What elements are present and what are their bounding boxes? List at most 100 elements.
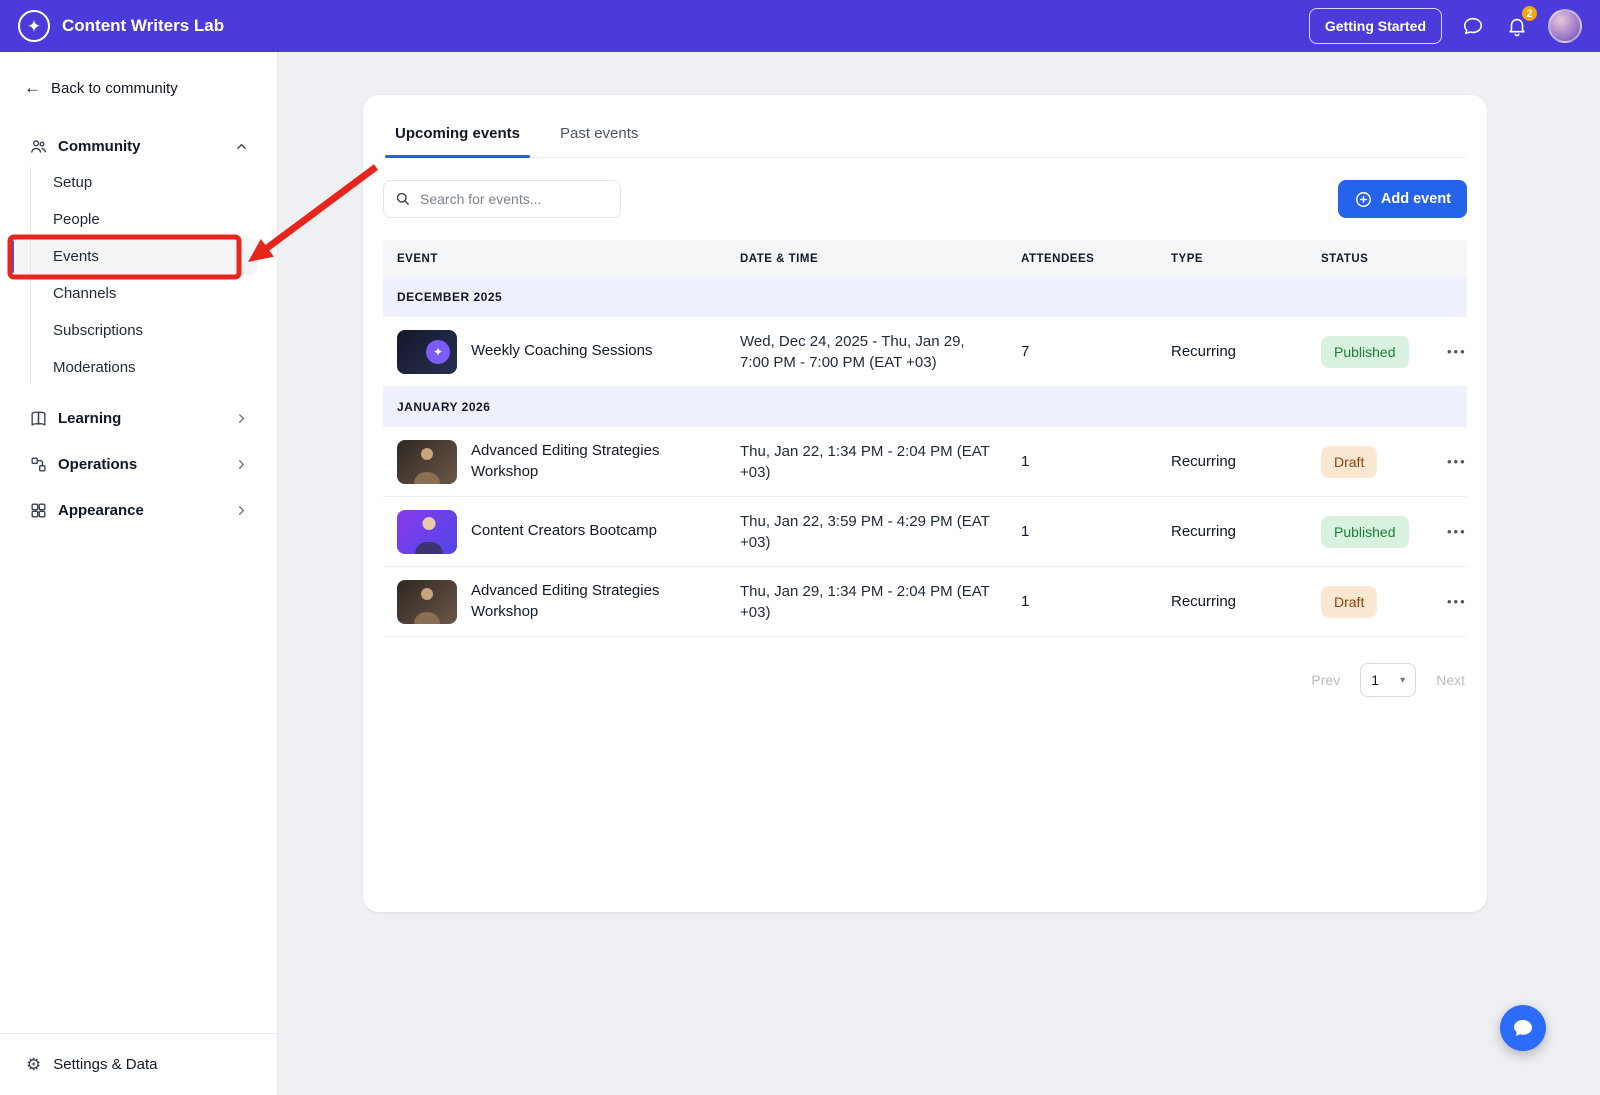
row-actions-button[interactable]: •••	[1441, 588, 1473, 615]
plus-circle-icon	[1354, 190, 1373, 209]
sidebar-item-setup[interactable]: Setup	[10, 164, 257, 201]
status-badge: Draft	[1321, 446, 1377, 478]
sidebar-item-moderations[interactable]: Moderations	[10, 349, 257, 386]
event-type: Recurring	[1157, 453, 1307, 470]
event-cell: Advanced Editing Strategies Workshop	[383, 580, 726, 624]
event-title: Advanced Editing Strategies Workshop	[471, 581, 712, 622]
event-row[interactable]: Weekly Coaching Sessions Wed, Dec 24, 202…	[383, 317, 1467, 387]
chat-widget-button[interactable]	[1500, 1005, 1546, 1051]
event-thumbnail	[397, 440, 457, 484]
back-to-community-link[interactable]: ← Back to community	[24, 76, 277, 100]
topbar-brand: ✦ Content Writers Lab	[18, 10, 224, 42]
user-avatar[interactable]	[1548, 9, 1582, 43]
row-actions-button[interactable]: •••	[1441, 448, 1473, 475]
app-title: Content Writers Lab	[62, 16, 224, 36]
event-type: Recurring	[1157, 343, 1307, 360]
status-badge: Published	[1321, 336, 1409, 368]
event-thumbnail-art	[426, 340, 450, 364]
event-thumbnail	[397, 510, 457, 554]
prev-page-button[interactable]: Prev	[1311, 672, 1340, 688]
event-cell: Weekly Coaching Sessions	[383, 330, 726, 374]
gear-icon: ⚙	[26, 1056, 41, 1073]
sidebar-section-learning[interactable]: Learning	[16, 400, 261, 437]
events-table-header: EVENT DATE & TIME ATTENDEES TYPE STATUS	[383, 240, 1467, 277]
messages-icon[interactable]	[1460, 13, 1486, 39]
event-actions-cell: •••	[1427, 448, 1487, 475]
row-actions-button[interactable]: •••	[1441, 518, 1473, 545]
community-people-icon	[28, 136, 48, 156]
sidebar-item-events[interactable]: Events	[10, 238, 257, 275]
sidebar-section-community[interactable]: Community	[16, 128, 261, 164]
events-table-body: DECEMBER 2025 Weekly Coaching Sessions Wed…	[383, 277, 1467, 637]
caret-down-icon: ▾	[1400, 675, 1405, 686]
app-logo-icon[interactable]: ✦	[18, 10, 50, 42]
event-status-cell: Published	[1307, 516, 1427, 548]
book-icon	[28, 409, 48, 429]
sidebar: ← Back to community Community Setup Peop…	[0, 52, 278, 1095]
event-type: Recurring	[1157, 523, 1307, 540]
topbar-actions: Getting Started 2	[1309, 8, 1582, 44]
current-page-number: 1	[1371, 672, 1379, 688]
sidebar-item-people[interactable]: People	[10, 201, 257, 238]
event-row[interactable]: Advanced Editing Strategies Workshop Thu,…	[383, 567, 1467, 637]
sidebar-item-channels[interactable]: Channels	[10, 275, 257, 312]
event-datetime: Wed, Dec 24, 2025 - Thu, Jan 29, 7:00 PM…	[726, 331, 1007, 373]
sidebar-section-label: Community	[58, 138, 223, 155]
event-attendees: 1	[1007, 453, 1157, 470]
back-arrow-icon: ←	[24, 78, 41, 98]
event-type: Recurring	[1157, 593, 1307, 610]
chat-bubble-icon	[1511, 1016, 1535, 1040]
chevron-right-icon	[233, 457, 249, 473]
search-icon	[394, 190, 411, 212]
event-row[interactable]: Content Creators Bootcamp Thu, Jan 22, 3:…	[383, 497, 1467, 567]
event-cell: Content Creators Bootcamp	[383, 510, 726, 554]
events-search-input[interactable]	[383, 180, 621, 218]
event-title: Weekly Coaching Sessions	[471, 341, 652, 361]
event-row[interactable]: Advanced Editing Strategies Workshop Thu,…	[383, 427, 1467, 497]
chevron-up-icon	[233, 138, 249, 154]
sidebar-section-label: Learning	[58, 410, 223, 427]
main-content: Upcoming events Past events Add event	[278, 52, 1600, 1095]
row-actions-button[interactable]: •••	[1441, 338, 1473, 365]
settings-and-data-link[interactable]: ⚙ Settings & Data	[0, 1033, 277, 1095]
status-badge: Draft	[1321, 586, 1377, 618]
sidebar-section-appearance[interactable]: Appearance	[16, 492, 261, 529]
back-link-label: Back to community	[51, 80, 178, 97]
column-header-event: EVENT	[383, 253, 726, 265]
event-attendees: 1	[1007, 523, 1157, 540]
tab-upcoming-events[interactable]: Upcoming events	[393, 117, 522, 157]
tab-past-events[interactable]: Past events	[558, 117, 640, 157]
getting-started-button[interactable]: Getting Started	[1309, 8, 1442, 44]
add-event-button[interactable]: Add event	[1338, 180, 1467, 218]
event-thumbnail	[397, 330, 457, 374]
community-subnav: Setup People Events Channels Subscriptio…	[10, 164, 257, 386]
event-actions-cell: •••	[1427, 518, 1487, 545]
events-tabs: Upcoming events Past events	[383, 115, 1467, 158]
events-toolbar: Add event	[383, 180, 1467, 218]
event-title: Advanced Editing Strategies Workshop	[471, 441, 712, 482]
sidebar-section-operations[interactable]: Operations	[16, 446, 261, 483]
sidebar-item-subscriptions[interactable]: Subscriptions	[10, 312, 257, 349]
next-page-button[interactable]: Next	[1436, 672, 1465, 688]
month-group-header: JANUARY 2026	[383, 387, 1467, 427]
notification-badge: 2	[1520, 4, 1539, 23]
add-event-label: Add event	[1381, 191, 1451, 207]
events-table: EVENT DATE & TIME ATTENDEES TYPE STATUS …	[383, 240, 1467, 637]
column-header-status: STATUS	[1307, 253, 1427, 265]
page-select[interactable]: 1 ▾	[1360, 663, 1416, 697]
page-body: ← Back to community Community Setup Peop…	[0, 52, 1600, 1095]
chevron-right-icon	[233, 411, 249, 427]
event-attendees: 7	[1007, 343, 1157, 360]
sidebar-section-label: Appearance	[58, 502, 223, 519]
events-panel: Upcoming events Past events Add event	[363, 95, 1487, 912]
month-group-header: DECEMBER 2025	[383, 277, 1467, 317]
event-status-cell: Draft	[1307, 446, 1427, 478]
event-datetime: Thu, Jan 22, 3:59 PM - 4:29 PM (EAT +03)	[726, 511, 1007, 553]
event-datetime: Thu, Jan 29, 1:34 PM - 2:04 PM (EAT +03)	[726, 581, 1007, 623]
notifications-bell-icon[interactable]: 2	[1504, 13, 1530, 39]
event-datetime: Thu, Jan 22, 1:34 PM - 2:04 PM (EAT +03)	[726, 441, 1007, 483]
workflow-icon	[28, 455, 48, 475]
event-status-cell: Draft	[1307, 586, 1427, 618]
topbar: ✦ Content Writers Lab Getting Started 2	[0, 0, 1600, 52]
event-title: Content Creators Bootcamp	[471, 521, 657, 541]
